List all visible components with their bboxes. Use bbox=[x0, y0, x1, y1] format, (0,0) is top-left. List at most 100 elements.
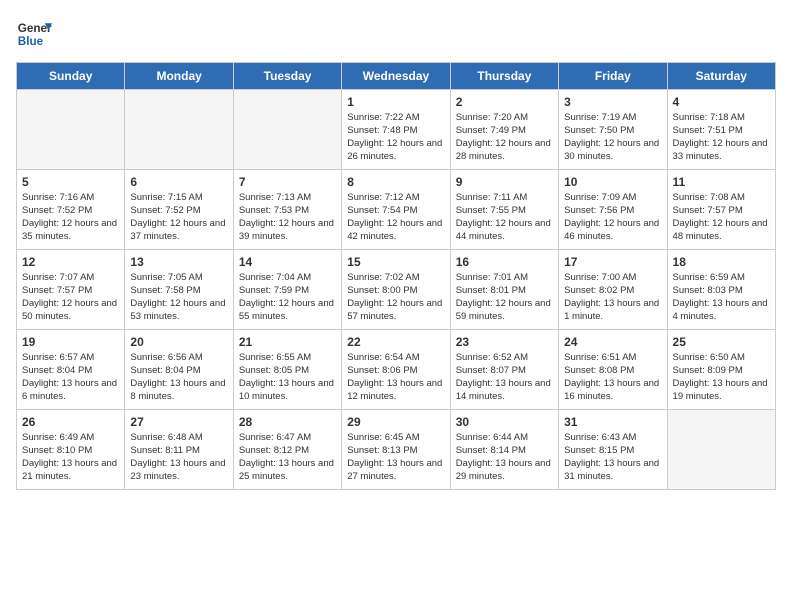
calendar-cell bbox=[667, 410, 775, 490]
daylight-label: Daylight: 12 hours and 42 minutes. bbox=[347, 218, 442, 242]
daylight-label: Daylight: 12 hours and 30 minutes. bbox=[564, 138, 659, 162]
logo: General Blue bbox=[16, 16, 52, 52]
calendar-cell: 18Sunrise: 6:59 AMSunset: 8:03 PMDayligh… bbox=[667, 250, 775, 330]
sunset-text: Sunset: 7:52 PM bbox=[22, 205, 92, 216]
sunrise-text: Sunrise: 6:50 AM bbox=[673, 352, 745, 363]
calendar-cell: 11Sunrise: 7:08 AMSunset: 7:57 PMDayligh… bbox=[667, 170, 775, 250]
sunset-text: Sunset: 8:08 PM bbox=[564, 365, 634, 376]
cell-content-day-7: 7Sunrise: 7:13 AMSunset: 7:53 PMDaylight… bbox=[239, 174, 336, 243]
weekday-header-friday: Friday bbox=[559, 63, 667, 90]
calendar-cell bbox=[125, 90, 233, 170]
calendar-cell: 13Sunrise: 7:05 AMSunset: 7:58 PMDayligh… bbox=[125, 250, 233, 330]
week-row-5: 26Sunrise: 6:49 AMSunset: 8:10 PMDayligh… bbox=[17, 410, 776, 490]
cell-content-day-24: 24Sunrise: 6:51 AMSunset: 8:08 PMDayligh… bbox=[564, 334, 661, 403]
cell-content-day-15: 15Sunrise: 7:02 AMSunset: 8:00 PMDayligh… bbox=[347, 254, 444, 323]
sunset-text: Sunset: 8:00 PM bbox=[347, 285, 417, 296]
sunset-text: Sunset: 8:09 PM bbox=[673, 365, 743, 376]
calendar-cell: 8Sunrise: 7:12 AMSunset: 7:54 PMDaylight… bbox=[342, 170, 450, 250]
day-number: 3 bbox=[564, 94, 661, 110]
calendar-cell: 29Sunrise: 6:45 AMSunset: 8:13 PMDayligh… bbox=[342, 410, 450, 490]
cell-content-day-25: 25Sunrise: 6:50 AMSunset: 8:09 PMDayligh… bbox=[673, 334, 770, 403]
daylight-label: Daylight: 12 hours and 37 minutes. bbox=[130, 218, 225, 242]
sunrise-text: Sunrise: 6:47 AM bbox=[239, 432, 311, 443]
cell-content-day-19: 19Sunrise: 6:57 AMSunset: 8:04 PMDayligh… bbox=[22, 334, 119, 403]
day-number: 25 bbox=[673, 334, 770, 350]
sunset-text: Sunset: 8:02 PM bbox=[564, 285, 634, 296]
calendar-cell: 28 Sunrise: 6:47 AM Sunset: 8:12 PM Dayligh… bbox=[233, 410, 341, 490]
sunrise-text: Sunrise: 7:09 AM bbox=[564, 192, 636, 203]
calendar-cell: 20Sunrise: 6:56 AMSunset: 8:04 PMDayligh… bbox=[125, 330, 233, 410]
day-number: 8 bbox=[347, 174, 444, 190]
sunset-text: Sunset: 8:04 PM bbox=[22, 365, 92, 376]
sunrise-text: Sunrise: 6:45 AM bbox=[347, 432, 419, 443]
day-number: 12 bbox=[22, 254, 119, 270]
sunset-text: Sunset: 7:48 PM bbox=[347, 125, 417, 136]
daylight-label: Daylight: 12 hours and 35 minutes. bbox=[22, 218, 117, 242]
cell-content-day-28: 28 Sunrise: 6:47 AM Sunset: 8:12 PM Dayligh… bbox=[239, 414, 336, 483]
daylight-label: Daylight: 13 hours and 23 minutes. bbox=[130, 458, 225, 482]
daylight-label: Daylight: 13 hours and 8 minutes. bbox=[130, 378, 225, 402]
sunrise-text: Sunrise: 7:12 AM bbox=[347, 192, 419, 203]
calendar-cell: 16Sunrise: 7:01 AMSunset: 8:01 PMDayligh… bbox=[450, 250, 558, 330]
calendar-cell: 12Sunrise: 7:07 AMSunset: 7:57 PMDayligh… bbox=[17, 250, 125, 330]
sunrise-text: Sunrise: 6:54 AM bbox=[347, 352, 419, 363]
daylight-label: Daylight: 12 hours and 28 minutes. bbox=[456, 138, 551, 162]
calendar-cell: 27Sunrise: 6:48 AMSunset: 8:11 PMDayligh… bbox=[125, 410, 233, 490]
day-number: 20 bbox=[130, 334, 227, 350]
sunrise-text: Sunrise: 6:52 AM bbox=[456, 352, 528, 363]
sunset-text: Sunset: 7:55 PM bbox=[456, 205, 526, 216]
sunset-text: Sunset: 7:53 PM bbox=[239, 205, 309, 216]
day-number: 22 bbox=[347, 334, 444, 350]
sunrise-text: Sunrise: 7:13 AM bbox=[239, 192, 311, 203]
day-number: 24 bbox=[564, 334, 661, 350]
daylight-label: Daylight: 13 hours and 6 minutes. bbox=[22, 378, 117, 402]
sunrise-text: Sunrise: 7:00 AM bbox=[564, 272, 636, 283]
calendar-cell: 30Sunrise: 6:44 AMSunset: 8:14 PMDayligh… bbox=[450, 410, 558, 490]
sunset-text: Sunset: 8:14 PM bbox=[456, 445, 526, 456]
sunset-text: Sunset: 7:49 PM bbox=[456, 125, 526, 136]
calendar-cell: 31Sunrise: 6:43 AMSunset: 8:15 PMDayligh… bbox=[559, 410, 667, 490]
sunrise-text: Sunrise: 7:16 AM bbox=[22, 192, 94, 203]
sunrise-text: Sunrise: 7:02 AM bbox=[347, 272, 419, 283]
sunset-text: Sunset: 8:04 PM bbox=[130, 365, 200, 376]
cell-content-day-27: 27Sunrise: 6:48 AMSunset: 8:11 PMDayligh… bbox=[130, 414, 227, 483]
calendar-cell: 10Sunrise: 7:09 AMSunset: 7:56 PMDayligh… bbox=[559, 170, 667, 250]
cell-content-day-10: 10Sunrise: 7:09 AMSunset: 7:56 PMDayligh… bbox=[564, 174, 661, 243]
logo-icon: General Blue bbox=[16, 16, 52, 52]
cell-content-day-18: 18Sunrise: 6:59 AMSunset: 8:03 PMDayligh… bbox=[673, 254, 770, 323]
calendar-cell: 5Sunrise: 7:16 AMSunset: 7:52 PMDaylight… bbox=[17, 170, 125, 250]
cell-content-day-16: 16Sunrise: 7:01 AMSunset: 8:01 PMDayligh… bbox=[456, 254, 553, 323]
weekday-header-row: SundayMondayTuesdayWednesdayThursdayFrid… bbox=[17, 63, 776, 90]
calendar-cell bbox=[17, 90, 125, 170]
day-number: 4 bbox=[673, 94, 770, 110]
daylight-label: Daylight: 13 hours and 21 minutes. bbox=[22, 458, 117, 482]
daylight-label: Daylight: 13 hours and 14 minutes. bbox=[456, 378, 551, 402]
cell-content-day-30: 30Sunrise: 6:44 AMSunset: 8:14 PMDayligh… bbox=[456, 414, 553, 483]
calendar-cell: 22Sunrise: 6:54 AMSunset: 8:06 PMDayligh… bbox=[342, 330, 450, 410]
sunset-text: Sunset: 7:52 PM bbox=[130, 205, 200, 216]
week-row-1: 1Sunrise: 7:22 AMSunset: 7:48 PMDaylight… bbox=[17, 90, 776, 170]
day-number: 6 bbox=[130, 174, 227, 190]
day-number: 28 bbox=[239, 414, 336, 430]
sunrise-text: Sunrise: 6:49 AM bbox=[22, 432, 94, 443]
sunrise-text: Sunrise: 7:01 AM bbox=[456, 272, 528, 283]
sunrise-text: Sunrise: 7:18 AM bbox=[673, 112, 745, 123]
sunrise-text: Sunrise: 7:08 AM bbox=[673, 192, 745, 203]
cell-content-day-4: 4Sunrise: 7:18 AMSunset: 7:51 PMDaylight… bbox=[673, 94, 770, 163]
sunrise-text: Sunrise: 6:55 AM bbox=[239, 352, 311, 363]
cell-content-day-6: 6Sunrise: 7:15 AMSunset: 7:52 PMDaylight… bbox=[130, 174, 227, 243]
daylight-label: Daylight: 12 hours and 44 minutes. bbox=[456, 218, 551, 242]
day-number: 7 bbox=[239, 174, 336, 190]
cell-content-day-29: 29Sunrise: 6:45 AMSunset: 8:13 PMDayligh… bbox=[347, 414, 444, 483]
cell-content-day-26: 26Sunrise: 6:49 AMSunset: 8:10 PMDayligh… bbox=[22, 414, 119, 483]
sunrise-text: Sunrise: 7:22 AM bbox=[347, 112, 419, 123]
sunrise-text: Sunrise: 6:59 AM bbox=[673, 272, 745, 283]
weekday-header-saturday: Saturday bbox=[667, 63, 775, 90]
day-number: 19 bbox=[22, 334, 119, 350]
daylight-label: Daylight: 12 hours and 53 minutes. bbox=[130, 298, 225, 322]
daylight-label: Daylight: 13 hours and 25 minutes. bbox=[239, 458, 334, 482]
daylight-label: Daylight: 13 hours and 27 minutes. bbox=[347, 458, 442, 482]
sunrise-text: Sunrise: 6:44 AM bbox=[456, 432, 528, 443]
calendar-cell: 24Sunrise: 6:51 AMSunset: 8:08 PMDayligh… bbox=[559, 330, 667, 410]
sunset-text: Sunset: 8:12 PM bbox=[239, 445, 309, 456]
